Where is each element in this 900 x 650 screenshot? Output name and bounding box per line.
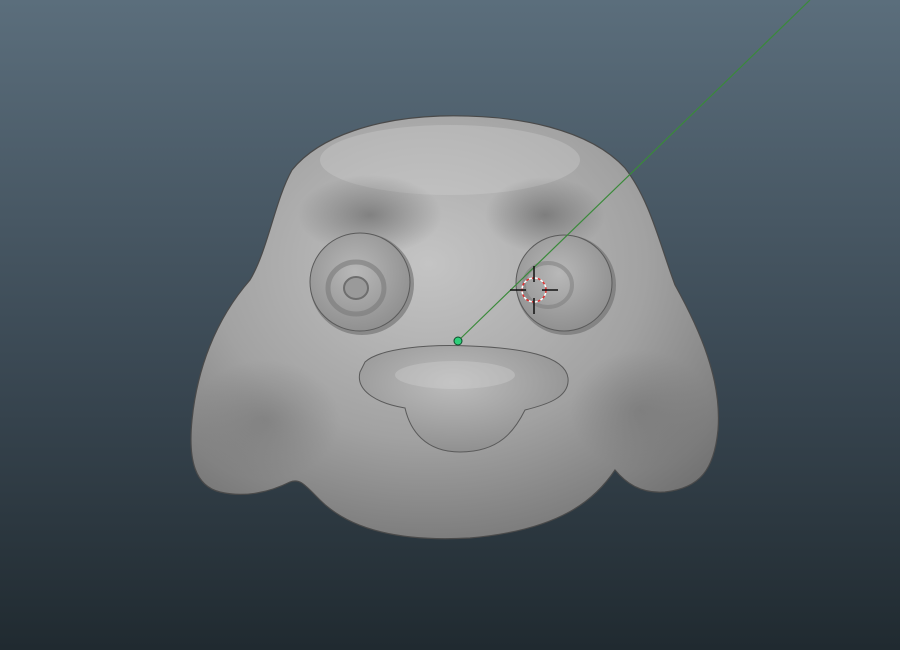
left-eye	[309, 232, 414, 335]
left-cheek-shade	[190, 360, 340, 480]
viewport-3d[interactable]	[0, 0, 900, 650]
viewport-canvas[interactable]	[0, 0, 900, 650]
right-cheek-shade	[570, 350, 710, 470]
right-eye	[515, 234, 616, 335]
pivot-point[interactable]	[453, 336, 463, 346]
nose-highlight	[395, 361, 515, 389]
